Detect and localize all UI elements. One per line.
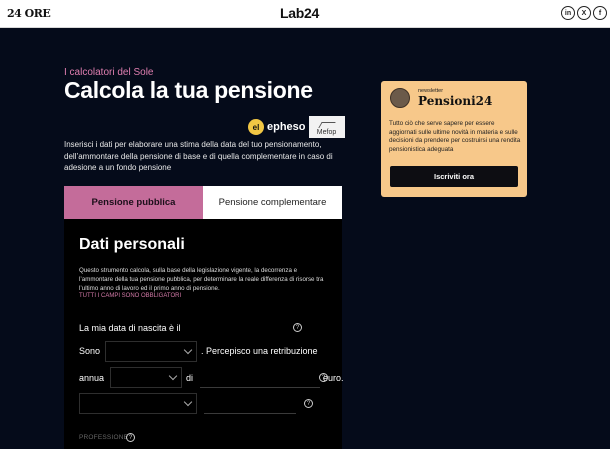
partner-logos: el epheso Mefop [248,115,345,139]
tab-pensione-pubblica[interactable]: Pensione pubblica [64,186,203,219]
mefop-logo: Mefop [308,116,345,138]
salary-amount-input[interactable] [200,367,320,388]
gender-select[interactable] [105,341,197,362]
mefop-mark-icon [317,122,336,128]
page-title: Calcola la tua pensione [64,77,313,103]
lab24-logo[interactable]: Lab24 [280,5,319,21]
sono-label: Sono [79,346,101,356]
help-icon[interactable]: ? [319,373,328,382]
birth-date-label: La mia data di nascita è il [79,323,181,333]
help-icon[interactable]: ? [126,433,135,442]
author-avatar [390,88,410,108]
help-icon[interactable]: ? [304,399,313,408]
form-title: Dati personali [79,236,185,253]
personal-data-form: Dati personali Questo strumento calcola,… [64,219,344,449]
epheso-logo: el epheso [248,119,306,135]
chevron-down-icon [183,345,193,355]
linkedin-icon[interactable]: in [561,6,575,20]
x-icon[interactable]: X [577,6,591,20]
intro-text: Inserisci i dati per elaborare una stima… [64,140,333,172]
extra-input[interactable] [204,393,296,414]
calculator-tabs: Pensione pubblica Pensione complementare [64,186,342,219]
newsletter-title: Pensioni24 [418,94,493,108]
mefop-name: Mefop [316,129,337,136]
required-note: TUTTI I CAMPI SONO OBBLIGATORI [79,293,182,299]
newsletter-description: Tutto ciò che serve sapere per essere ag… [389,120,521,153]
epheso-name: epheso [267,121,306,133]
chevron-down-icon [183,397,193,407]
annua-label: annua [79,373,105,383]
form-description: Questo strumento calcola, sulla base del… [79,267,324,293]
facebook-icon[interactable]: f [593,6,607,20]
retribuzione-label: . Percepisco una retribuzione [201,346,318,356]
sole24ore-logo[interactable]: 24 ORE [7,7,51,20]
salary-type-select[interactable] [110,367,182,388]
chevron-down-icon [168,371,178,381]
top-bar: 24 ORE Lab24 in X f [0,0,610,28]
tab-pensione-complementare[interactable]: Pensione complementare [203,186,342,219]
help-icon[interactable]: ? [293,323,302,332]
newsletter-card: newsletter Pensioni24 Tutto ciò che serv… [381,81,527,197]
profession-label: PROFESSIONE [79,434,129,441]
di-label: di [186,373,194,383]
epheso-badge-icon: el [248,119,264,135]
subscribe-button[interactable]: Iscriviti ora [390,166,518,187]
category-select[interactable] [79,393,197,414]
